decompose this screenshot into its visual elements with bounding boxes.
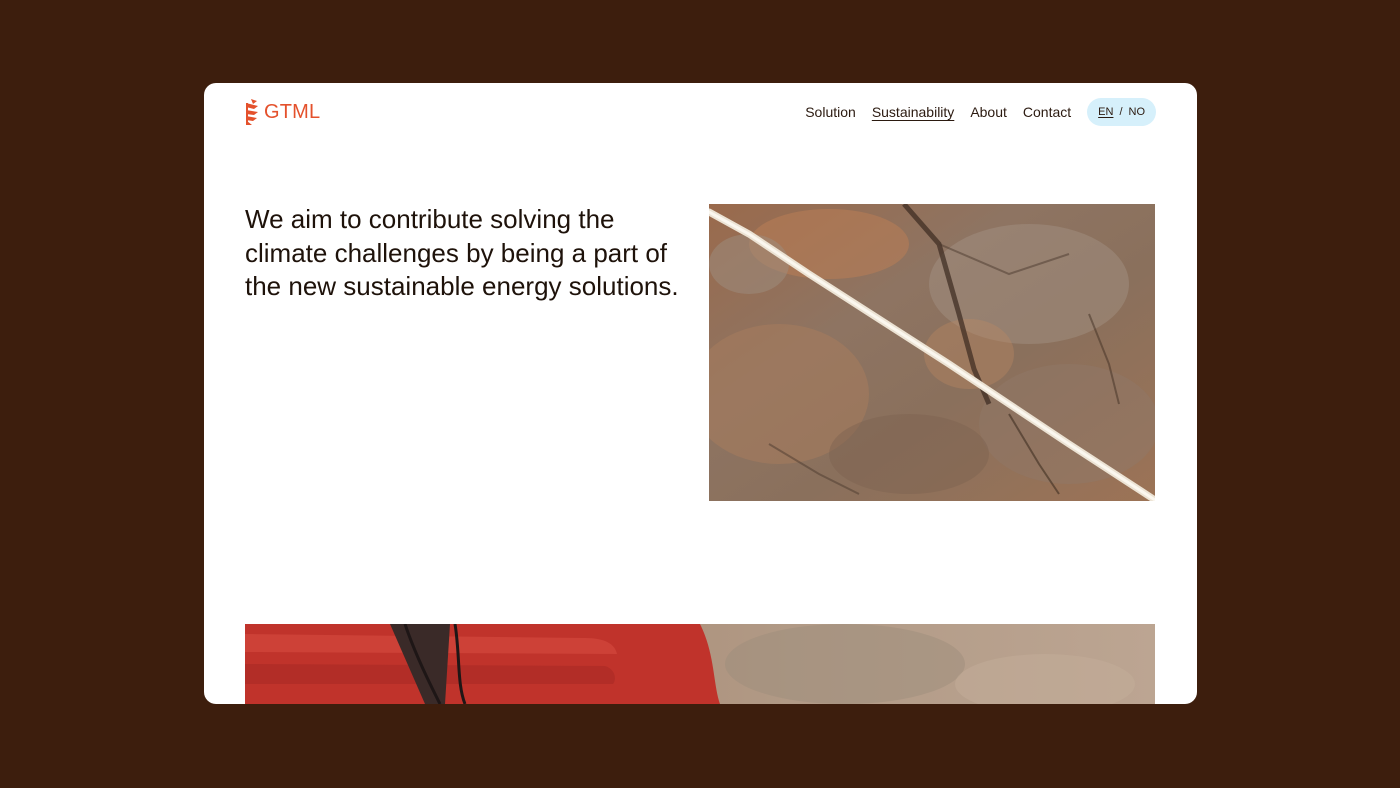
lang-no[interactable]: NO [1129,106,1146,118]
browser-page: GTML Solution Sustainability About Conta… [204,83,1197,704]
nav-about[interactable]: About [970,104,1007,120]
hero-headline: We aim to contribute solving the climate… [245,204,679,301]
lang-en[interactable]: EN [1098,106,1113,118]
rock-vein-image [709,204,1155,501]
language-switcher: EN / NO [1087,98,1156,126]
logo[interactable]: GTML [244,98,320,126]
hiker-photo [245,624,1155,704]
gtml-leaf-logo-icon [246,99,258,125]
nav-solution[interactable]: Solution [805,104,856,120]
nav-contact[interactable]: Contact [1023,104,1071,120]
lang-separator: / [1119,106,1123,118]
logo-text: GTML [264,100,321,123]
main-nav: Solution Sustainability About Contact EN… [805,98,1156,126]
nav-sustainability[interactable]: Sustainability [872,104,955,120]
